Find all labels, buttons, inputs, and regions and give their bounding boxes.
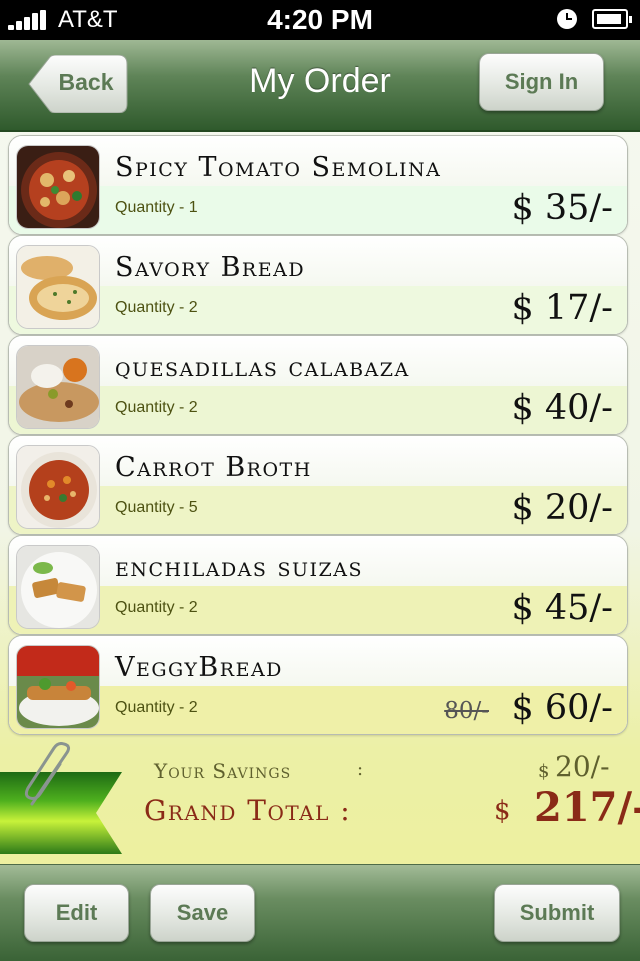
grand-total-currency: $ xyxy=(494,796,511,826)
bottom-toolbar: Edit Save Submit xyxy=(0,864,640,961)
paper-clip-icon xyxy=(24,742,71,806)
item-name: quesadillas calabaza xyxy=(115,352,410,383)
item-quantity: Quantity - 2 xyxy=(115,399,198,416)
food-thumbnail-icon xyxy=(16,345,100,429)
item-name: Spicy Tomato Semolina xyxy=(115,152,442,183)
order-item-row[interactable]: VeggyBread Quantity - 2 80/- $ 60/- xyxy=(8,635,628,735)
sign-in-button[interactable]: Sign In xyxy=(479,53,604,111)
savings-currency: $ xyxy=(538,761,550,782)
save-button[interactable]: Save xyxy=(150,884,255,942)
status-time: 4:20 PM xyxy=(267,4,373,35)
submit-button[interactable]: Submit xyxy=(494,884,620,942)
food-thumbnail-icon xyxy=(16,545,100,629)
item-quantity: Quantity - 5 xyxy=(115,499,198,516)
item-quantity: Quantity - 1 xyxy=(115,199,198,216)
item-name: enchiladas suizas xyxy=(115,552,363,583)
item-price: $ 17/- xyxy=(511,288,613,328)
order-item-row[interactable]: quesadillas calabaza Quantity - 2 $ 40/- xyxy=(8,335,628,435)
item-price: $ 40/- xyxy=(511,388,613,428)
grand-total-label: Grand Total : xyxy=(144,794,352,827)
edit-button[interactable]: Edit xyxy=(24,884,129,942)
item-name: Savory Bread xyxy=(115,252,306,283)
order-item-row[interactable]: Spicy Tomato Semolina Quantity - 1 $ 35/… xyxy=(8,135,628,235)
order-item-row[interactable]: Carrot Broth Quantity - 5 $ 20/- xyxy=(8,435,628,535)
item-original-price: 80/- xyxy=(444,698,489,724)
item-price: $ 20/- xyxy=(511,488,613,528)
alarm-clock-icon xyxy=(557,9,577,29)
item-quantity: Quantity - 2 xyxy=(115,699,198,716)
status-bar: AT&T 4:20 PM xyxy=(0,0,640,40)
food-thumbnail-icon xyxy=(16,245,100,329)
battery-icon xyxy=(592,9,632,29)
navigation-bar: Back My Order Sign In xyxy=(0,40,640,132)
item-price: $ 60/- xyxy=(511,688,613,728)
item-quantity: Quantity - 2 xyxy=(115,299,198,316)
order-item-row[interactable]: Savory Bread Quantity - 2 $ 17/- xyxy=(8,235,628,335)
food-thumbnail-icon xyxy=(16,145,100,229)
savings-value: 20/- xyxy=(555,750,610,783)
item-price: $ 35/- xyxy=(511,188,613,228)
item-name: Carrot Broth xyxy=(115,452,312,483)
order-item-row[interactable]: enchiladas suizas Quantity - 2 $ 45/- xyxy=(8,535,628,635)
order-item-list: Spicy Tomato Semolina Quantity - 1 $ 35/… xyxy=(8,135,628,735)
savings-label: Your Savings xyxy=(154,759,292,783)
food-thumbnail-icon xyxy=(16,645,100,729)
grand-total-value: 217/- xyxy=(534,784,640,831)
food-thumbnail-icon xyxy=(16,445,100,529)
item-name: VeggyBread xyxy=(115,652,283,683)
item-price: $ 45/- xyxy=(511,588,613,628)
savings-colon: : xyxy=(357,759,364,780)
item-quantity: Quantity - 2 xyxy=(115,599,198,616)
order-summary: Your Savings : $ 20/- Grand Total : $ 21… xyxy=(0,738,640,862)
